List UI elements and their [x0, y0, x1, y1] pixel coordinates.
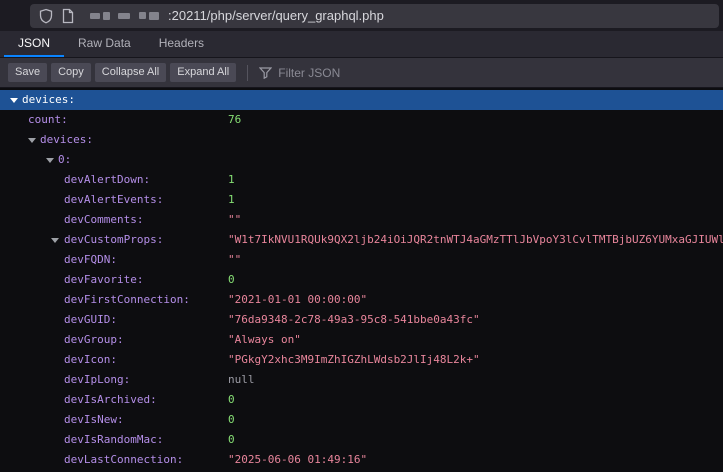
url-bar[interactable]: :20211/php/server/query_graphql.php: [30, 4, 719, 28]
filter-json-input[interactable]: Filter JSON: [259, 66, 340, 80]
json-row[interactable]: devComments "": [0, 210, 723, 230]
save-button[interactable]: Save: [8, 63, 47, 82]
filter-placeholder: Filter JSON: [278, 66, 340, 80]
json-tree: devices count 76 devices 0 devAlertDown …: [0, 88, 723, 472]
json-value: "PGkgY2xhc3M9ImZhIGZhLWdsb2JlIj48L2k+": [228, 350, 480, 370]
json-row[interactable]: devices: [0, 130, 723, 150]
json-key: count: [28, 110, 68, 130]
json-value: "W1t7IkNVU1RQUk9QX2ljb24iOiJQR2tnWTJ4aGM…: [228, 230, 723, 250]
json-key: devIsNew: [64, 410, 124, 430]
twisty-icon[interactable]: [10, 98, 18, 103]
json-key: devGUID: [64, 310, 117, 330]
json-key: devIsRandomMac: [64, 430, 163, 450]
json-row[interactable]: devFirstConnection "2021-01-01 00:00:00": [0, 290, 723, 310]
shield-icon[interactable]: [38, 8, 54, 24]
copy-button[interactable]: Copy: [51, 63, 91, 82]
json-key: devices: [22, 90, 75, 110]
json-row[interactable]: devAlertDown 1: [0, 170, 723, 190]
json-key: devCustomProps: [64, 230, 163, 250]
json-row[interactable]: devFQDN "": [0, 250, 723, 270]
toolbar-divider: [247, 65, 248, 81]
browser-window: :20211/php/server/query_graphql.php JSON…: [0, 0, 723, 472]
json-value: "76da9348-2c78-49a3-95c8-541bbe0a43fc": [228, 310, 480, 330]
viewer-tabbar: JSON Raw Data Headers: [0, 31, 723, 58]
json-key: devIsArchived: [64, 390, 157, 410]
redacted-host-blocks: [90, 12, 159, 20]
json-value: "2025-06-06 01:49:16": [228, 450, 367, 470]
json-value: 0: [228, 390, 235, 410]
json-key: devIcon: [64, 350, 117, 370]
json-row[interactable]: devGroup "Always on": [0, 330, 723, 350]
twisty-icon[interactable]: [28, 138, 36, 143]
json-key: 0: [58, 150, 71, 170]
json-row[interactable]: count 76: [0, 110, 723, 130]
json-key: devAlertEvents: [64, 190, 163, 210]
json-key: devices: [40, 130, 93, 150]
json-row[interactable]: devIpLong null: [0, 370, 723, 390]
json-value: "Always on": [228, 330, 301, 350]
url-text: :20211/php/server/query_graphql.php: [168, 8, 384, 23]
json-value: 0: [228, 270, 235, 290]
json-value: 1: [228, 190, 235, 210]
twisty-icon[interactable]: [51, 238, 59, 243]
json-value: "": [228, 250, 241, 270]
json-row[interactable]: devices: [0, 90, 723, 110]
collapse-all-button[interactable]: Collapse All: [95, 63, 166, 82]
json-value: 0: [228, 430, 235, 450]
json-row[interactable]: devIsNew 0: [0, 410, 723, 430]
json-value: "2021-01-01 00:00:00": [228, 290, 367, 310]
json-value: null: [228, 370, 255, 390]
json-key: devFavorite: [64, 270, 143, 290]
json-row[interactable]: devGUID "76da9348-2c78-49a3-95c8-541bbe0…: [0, 310, 723, 330]
json-row[interactable]: devIcon "PGkgY2xhc3M9ImZhIGZhLWdsb2JlIj4…: [0, 350, 723, 370]
json-key: devIpLong: [64, 370, 130, 390]
tab-json[interactable]: JSON: [4, 31, 64, 57]
json-value: 1: [228, 170, 235, 190]
json-key: devFirstConnection: [64, 290, 190, 310]
json-key: devComments: [64, 210, 143, 230]
json-key: devLastConnection: [64, 450, 183, 470]
browser-chrome: :20211/php/server/query_graphql.php: [0, 0, 723, 31]
json-value: 0: [228, 410, 235, 430]
json-row[interactable]: devAlertEvents 1: [0, 190, 723, 210]
tab-raw-data[interactable]: Raw Data: [64, 31, 145, 57]
json-row[interactable]: devLastConnection "2025-06-06 01:49:16": [0, 450, 723, 470]
twisty-icon[interactable]: [46, 158, 54, 163]
filter-icon: [259, 67, 272, 79]
json-row[interactable]: devIsArchived 0: [0, 390, 723, 410]
json-value: 76: [228, 110, 241, 130]
json-toolbar: Save Copy Collapse All Expand All Filter…: [0, 58, 723, 88]
json-key: devAlertDown: [64, 170, 150, 190]
json-key: devGroup: [64, 330, 124, 350]
json-row[interactable]: devFavorite 0: [0, 270, 723, 290]
tab-headers[interactable]: Headers: [145, 31, 218, 57]
json-row[interactable]: 0: [0, 150, 723, 170]
site-info-icon[interactable]: [61, 8, 75, 24]
json-value: "": [228, 210, 241, 230]
json-row[interactable]: devIsRandomMac 0: [0, 430, 723, 450]
expand-all-button[interactable]: Expand All: [170, 63, 236, 82]
json-key: devFQDN: [64, 250, 117, 270]
json-row[interactable]: devCustomProps "W1t7IkNVU1RQUk9QX2ljb24i…: [0, 230, 723, 250]
